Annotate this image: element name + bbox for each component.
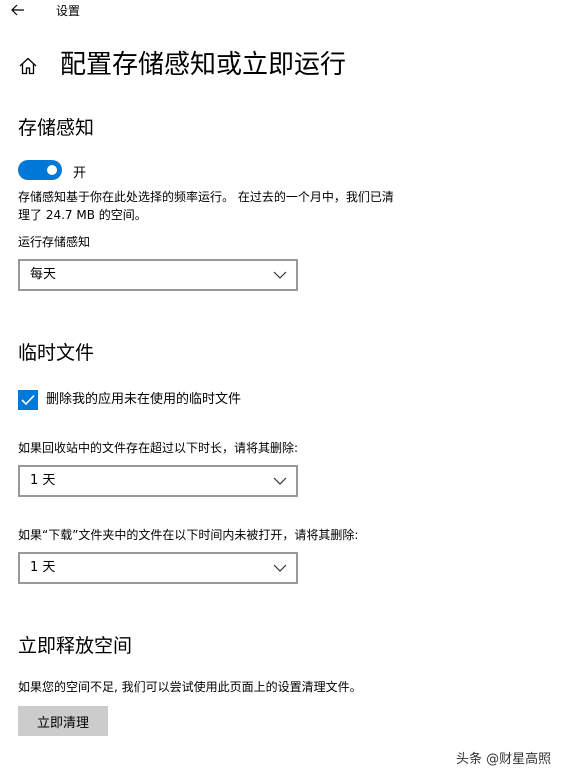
dropdown-value: 1 天 — [30, 473, 56, 488]
home-icon[interactable] — [18, 56, 38, 76]
chevron-down-icon — [273, 271, 287, 279]
storage-sense-heading: 存储感知 — [18, 117, 95, 139]
downloads-label: 如果“下载”文件夹中的文件在以下时间内未被打开，请将其删除: — [18, 528, 359, 542]
window-title: 设置 — [56, 4, 81, 18]
chevron-down-icon — [273, 564, 287, 572]
watermark: 头条 @财星高照 — [456, 752, 552, 767]
storage-sense-description-line1: 存储感知基于你在此处选择的频率运行。 在过去的一个月中，我们已清 — [18, 190, 394, 204]
storage-sense-toggle[interactable] — [18, 160, 62, 180]
run-frequency-dropdown[interactable]: 每天 — [18, 259, 298, 291]
storage-sense-description-line2: 理了 24.7 MB 的空间。 — [18, 208, 147, 222]
dropdown-value: 每天 — [30, 267, 57, 282]
recycle-bin-dropdown[interactable]: 1 天 — [18, 465, 298, 497]
free-space-heading: 立即释放空间 — [18, 635, 133, 657]
title-bar: 设置 — [0, 0, 571, 22]
clean-now-button[interactable]: 立即清理 — [18, 706, 108, 736]
delete-app-temp-checkbox[interactable] — [18, 390, 38, 410]
free-space-description: 如果您的空间不足, 我们可以尝试使用此页面上的设置清理文件。 — [18, 680, 362, 694]
dropdown-value: 1 天 — [30, 560, 56, 575]
chevron-down-icon — [273, 477, 287, 485]
settings-page: 设置 配置存储感知或立即运行 存储感知 开 存储感知基于你在此处选择的频率运行。… — [0, 0, 571, 779]
downloads-dropdown[interactable]: 1 天 — [18, 552, 298, 584]
checkmark-icon — [21, 394, 35, 406]
run-storage-sense-label: 运行存储感知 — [18, 235, 91, 249]
back-arrow-icon — [11, 4, 24, 16]
delete-app-temp-label: 删除我的应用未在使用的临时文件 — [46, 392, 242, 407]
toggle-knob — [47, 165, 57, 175]
page-title: 配置存储感知或立即运行 — [60, 50, 347, 80]
recycle-bin-label: 如果回收站中的文件存在超过以下时长，请将其删除: — [18, 441, 299, 455]
back-button[interactable] — [8, 1, 28, 19]
temp-files-heading: 临时文件 — [18, 342, 95, 364]
toggle-state-label: 开 — [73, 166, 87, 181]
